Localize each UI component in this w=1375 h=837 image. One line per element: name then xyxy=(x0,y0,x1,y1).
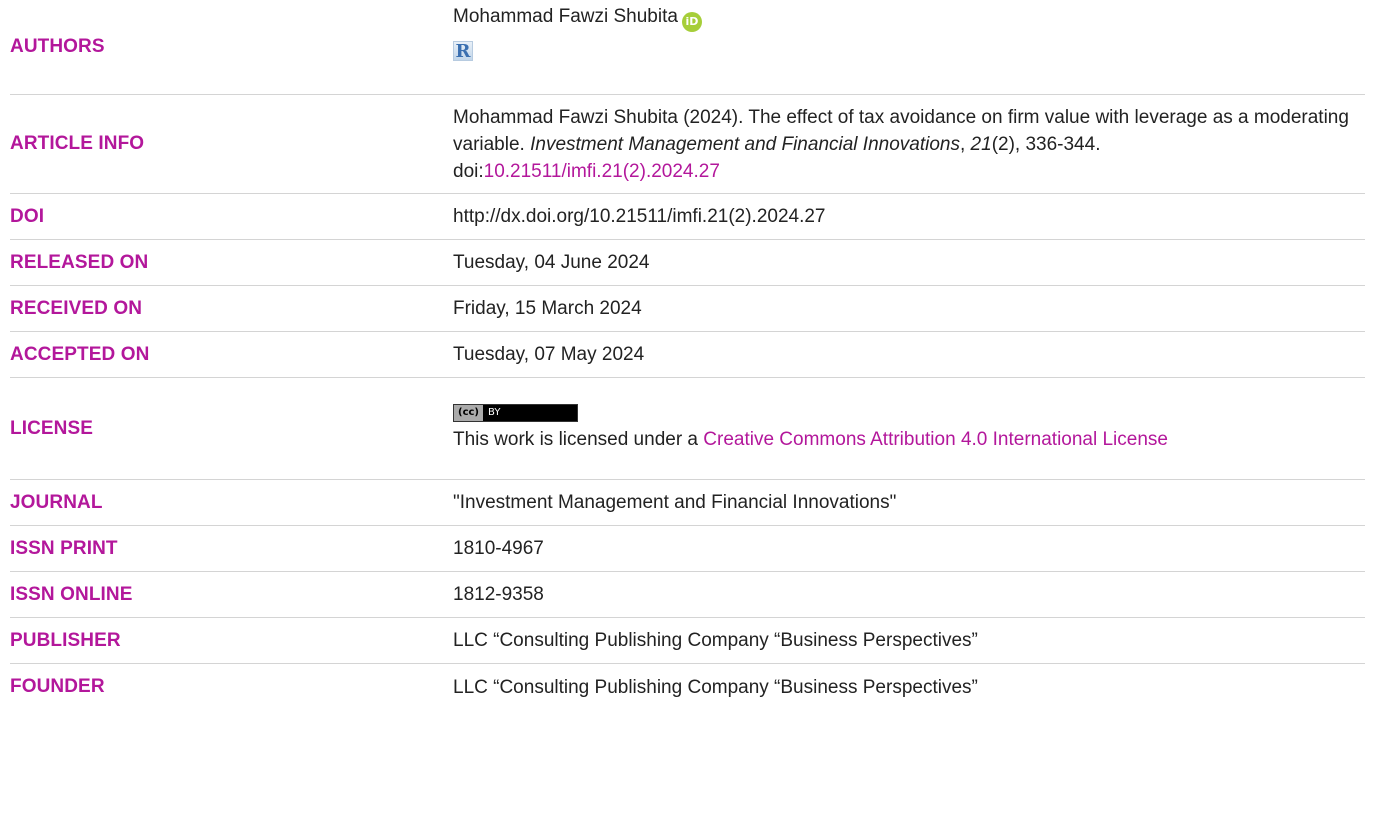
license-value: (cc) BY This work is licensed under a Cr… xyxy=(453,378,1365,479)
issn-print-row: ISSN PRINT 1810-4967 xyxy=(10,526,1365,572)
accepted-on-label: ACCEPTED ON xyxy=(10,343,150,365)
received-on-row: RECEIVED ON Friday, 15 March 2024 xyxy=(10,286,1365,332)
doi-value: http://dx.doi.org/10.21511/imfi.21(2).20… xyxy=(453,206,826,227)
journal-row: JOURNAL "Investment Management and Finan… xyxy=(10,480,1365,526)
article-info-row: ARTICLE INFO Mohammad Fawzi Shubita (202… xyxy=(10,95,1365,194)
journal-label: JOURNAL xyxy=(10,491,103,513)
citation-doi-link[interactable]: 10.21511/imfi.21(2).2024.27 xyxy=(484,161,720,182)
issn-online-label: ISSN ONLINE xyxy=(10,583,133,605)
cc-by-badge-icon[interactable]: (cc) BY xyxy=(453,404,578,422)
released-on-label: RELEASED ON xyxy=(10,251,149,273)
cc-badge-left: (cc) xyxy=(454,405,483,421)
author-name[interactable]: Mohammad Fawzi Shubita xyxy=(453,6,678,27)
authors-label: AUTHORS xyxy=(10,36,105,57)
citation-sep: , xyxy=(959,133,971,155)
received-on-value: Friday, 15 March 2024 xyxy=(453,298,642,319)
publisher-row: PUBLISHER LLC “Consulting Publishing Com… xyxy=(10,618,1365,664)
founder-row: FOUNDER LLC “Consulting Publishing Compa… xyxy=(10,664,1365,710)
issn-online-value: 1812-9358 xyxy=(453,584,544,605)
orcid-icon[interactable]: iD xyxy=(681,12,702,32)
license-link[interactable]: Creative Commons Attribution 4.0 Interna… xyxy=(703,429,1168,450)
article-info-label: ARTICLE INFO xyxy=(10,133,145,154)
doi-row: DOI http://dx.doi.org/10.21511/imfi.21(2… xyxy=(10,194,1365,240)
authors-row: AUTHORS Mohammad Fawzi Shubita iD R xyxy=(10,0,1365,95)
accepted-on-value: Tuesday, 07 May 2024 xyxy=(453,344,645,365)
license-text-prefix: This work is licensed under a xyxy=(453,429,704,450)
issn-online-row: ISSN ONLINE 1812-9358 xyxy=(10,572,1365,618)
citation-text: Mohammad Fawzi Shubita (2024). The effec… xyxy=(453,104,1355,185)
citation-volume: 21 xyxy=(970,133,992,155)
author-line: Mohammad Fawzi Shubita iD xyxy=(453,3,1355,32)
license-label: LICENSE xyxy=(10,417,94,439)
doi-label: DOI xyxy=(10,205,45,227)
researcherid-icon[interactable]: R xyxy=(453,41,473,62)
released-on-row: RELEASED ON Tuesday, 04 June 2024 xyxy=(10,240,1365,286)
authors-value: Mohammad Fawzi Shubita iD R xyxy=(453,0,1365,94)
article-citation: Mohammad Fawzi Shubita (2024). The effec… xyxy=(453,95,1365,193)
founder-label: FOUNDER xyxy=(10,676,105,697)
accepted-on-row: ACCEPTED ON Tuesday, 07 May 2024 xyxy=(10,332,1365,378)
publisher-label: PUBLISHER xyxy=(10,629,121,651)
researcherid-line: R xyxy=(453,38,1355,65)
issn-print-label: ISSN PRINT xyxy=(10,537,118,559)
publisher-value: LLC “Consulting Publishing Company “Busi… xyxy=(453,630,978,651)
citation-journal: Investment Management and Financial Inno… xyxy=(530,133,960,155)
founder-value: LLC “Consulting Publishing Company “Busi… xyxy=(453,676,978,698)
released-on-value: Tuesday, 04 June 2024 xyxy=(453,252,650,273)
received-on-label: RECEIVED ON xyxy=(10,297,143,319)
cc-badge-right: BY xyxy=(488,407,501,418)
article-info-table: AUTHORS Mohammad Fawzi Shubita iD R ARTIC… xyxy=(10,0,1365,710)
license-row: LICENSE (cc) BY This work is licensed un… xyxy=(10,378,1365,480)
issn-print-value: 1810-4967 xyxy=(453,538,544,559)
license-text: This work is licensed under a Creative C… xyxy=(453,426,1355,453)
journal-value: "Investment Management and Financial Inn… xyxy=(453,492,897,513)
